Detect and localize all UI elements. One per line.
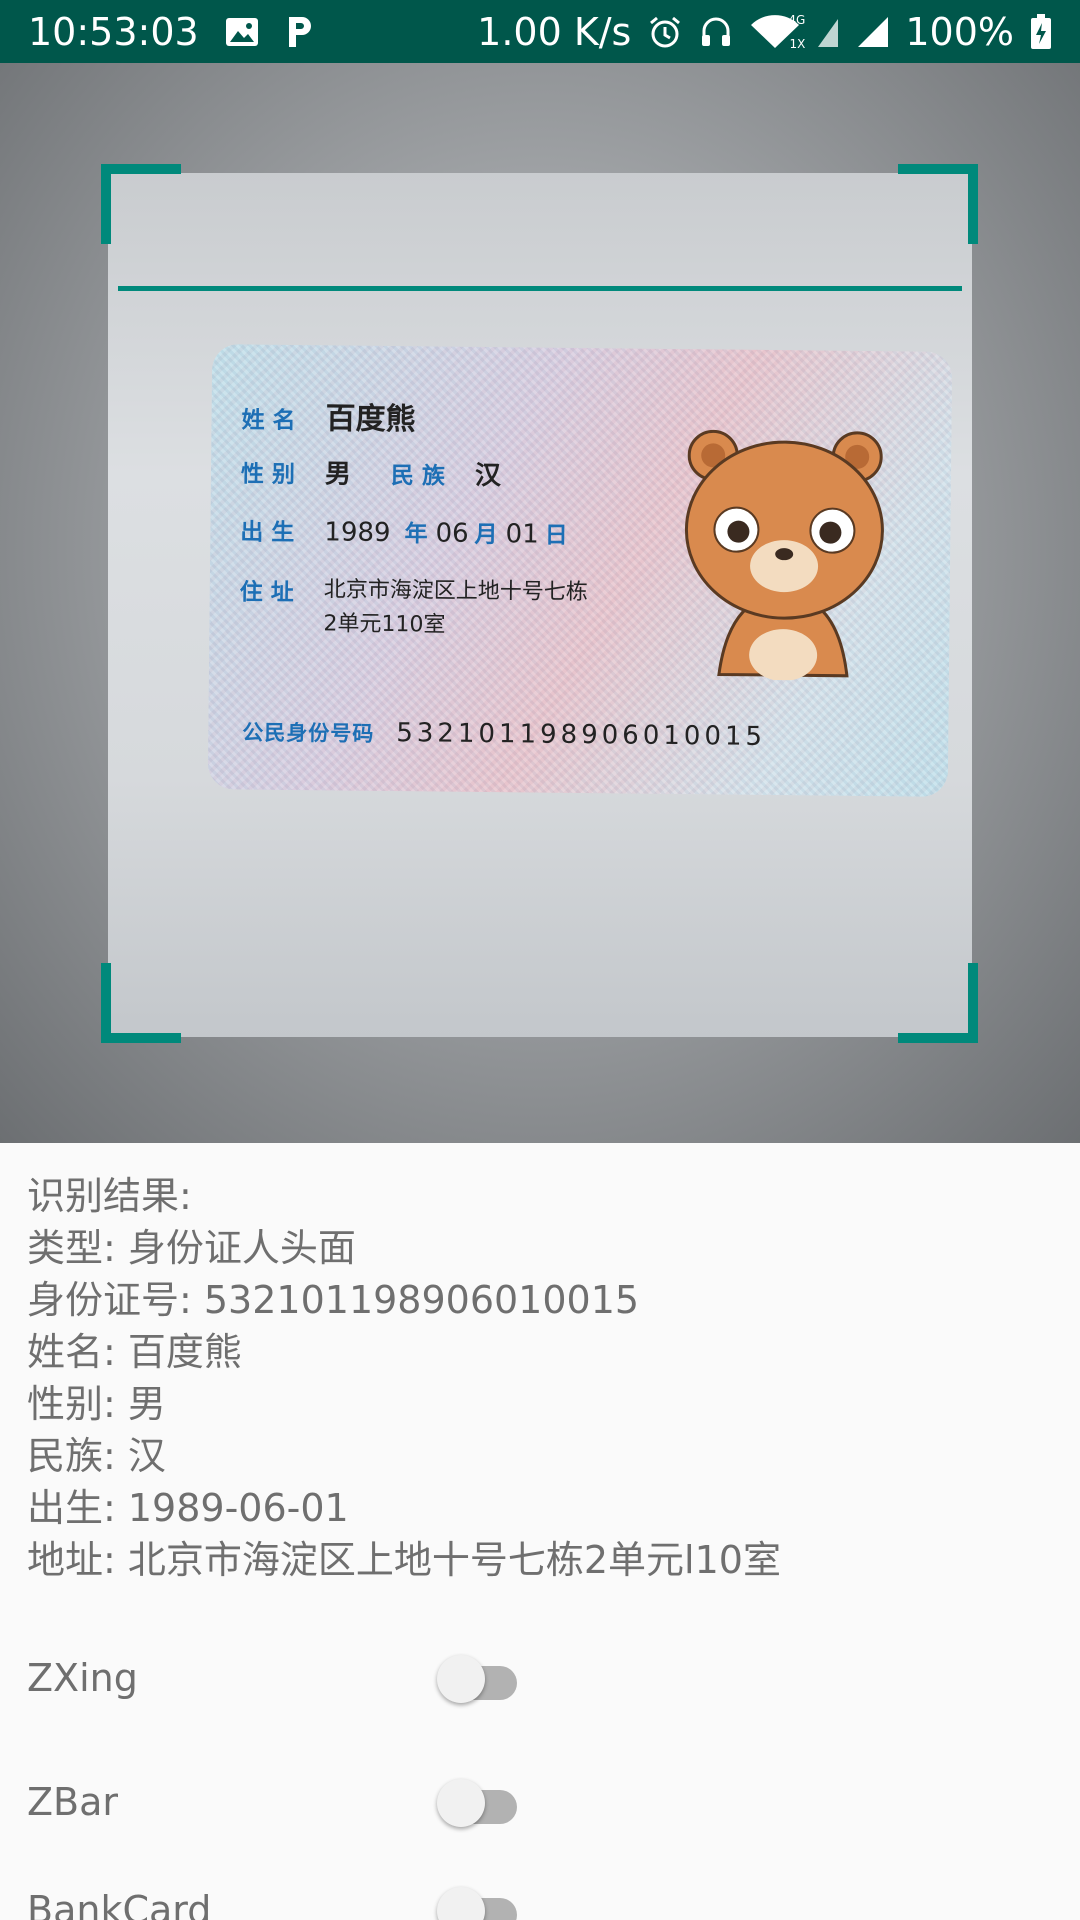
wifi-icon: 4G 1X <box>749 13 805 51</box>
result-birth: 出生: 1989-06-01 <box>27 1486 349 1530</box>
battery-percent: 100% <box>905 9 1014 54</box>
card-id-row: 公民身份号码 532101198906010015 <box>242 718 767 752</box>
alarm-icon <box>647 14 683 50</box>
scan-frame-corner-top-left <box>101 164 181 244</box>
image-icon <box>225 17 259 47</box>
status-left: 10:53:03 <box>28 10 315 54</box>
recognition-results: 识别结果: 类型: 身份证人头面 身份证号: 53210119890601001… <box>27 1170 781 1586</box>
cell-signal-icon <box>817 15 839 49</box>
status-right: 1.00 K/s 4G 1X 100% <box>477 10 1052 54</box>
zbar-label: ZBar <box>27 1780 119 1824</box>
results-heading: 识别结果: <box>27 1174 192 1218</box>
signal-badge: 4G <box>788 12 806 27</box>
result-id-number: 身份证号: 532101198906010015 <box>27 1278 640 1322</box>
bankcard-row: BankCard <box>27 1880 1053 1920</box>
card-gender-row: 性别 男 民族 汉 <box>240 459 502 492</box>
result-type: 类型: 身份证人头面 <box>27 1226 356 1270</box>
headphones-icon <box>699 15 733 49</box>
zxing-row: ZXing <box>27 1648 1053 1708</box>
scan-line <box>118 286 962 291</box>
card-address-row: 住址 北京市海淀区上地十号七栋 2单元110室 <box>239 577 588 638</box>
signal-badge-secondary: 1X <box>789 36 806 51</box>
result-name: 姓名: 百度熊 <box>27 1330 242 1374</box>
zxing-switch-thumb <box>437 1655 485 1703</box>
zbar-switch-thumb <box>437 1779 485 1827</box>
zbar-switch[interactable] <box>437 1776 529 1828</box>
result-ethnicity: 民族: 汉 <box>27 1434 166 1478</box>
bankcard-switch[interactable] <box>437 1884 529 1920</box>
zxing-switch[interactable] <box>437 1652 529 1704</box>
bear-portrait-image <box>684 429 884 682</box>
bankcard-switch-thumb <box>437 1887 485 1920</box>
camera-preview[interactable]: 姓名 百度熊 性别 男 民族 汉 出生 1989 年 06 月 01 日 住址 … <box>0 63 1080 1143</box>
cell-signal-icon <box>855 15 889 49</box>
scan-frame-corner-bottom-right <box>898 963 978 1043</box>
zbar-row: ZBar <box>27 1772 1053 1832</box>
bankcard-label: BankCard <box>27 1888 212 1920</box>
result-address: 地址: 北京市海淀区上地十号七栋2单元l10室 <box>27 1538 781 1582</box>
card-birth-row: 出生 1989 年 06 月 01 日 <box>240 517 568 550</box>
scan-frame-corner-top-right <box>898 164 978 244</box>
scan-frame-corner-bottom-left <box>101 963 181 1043</box>
zxing-label: ZXing <box>27 1656 138 1700</box>
p-app-icon <box>285 15 315 49</box>
battery-charging-icon <box>1030 13 1052 50</box>
id-card-image: 姓名 百度熊 性别 男 民族 汉 出生 1989 年 06 月 01 日 住址 … <box>207 344 953 797</box>
result-gender: 性别: 男 <box>27 1382 166 1426</box>
status-bar: 10:53:03 1.00 K/s 4G 1X 100% <box>0 0 1080 63</box>
card-name-row: 姓名 百度熊 <box>241 401 416 438</box>
status-time: 10:53:03 <box>28 9 199 54</box>
net-speed: 1.00 K/s <box>477 9 632 54</box>
